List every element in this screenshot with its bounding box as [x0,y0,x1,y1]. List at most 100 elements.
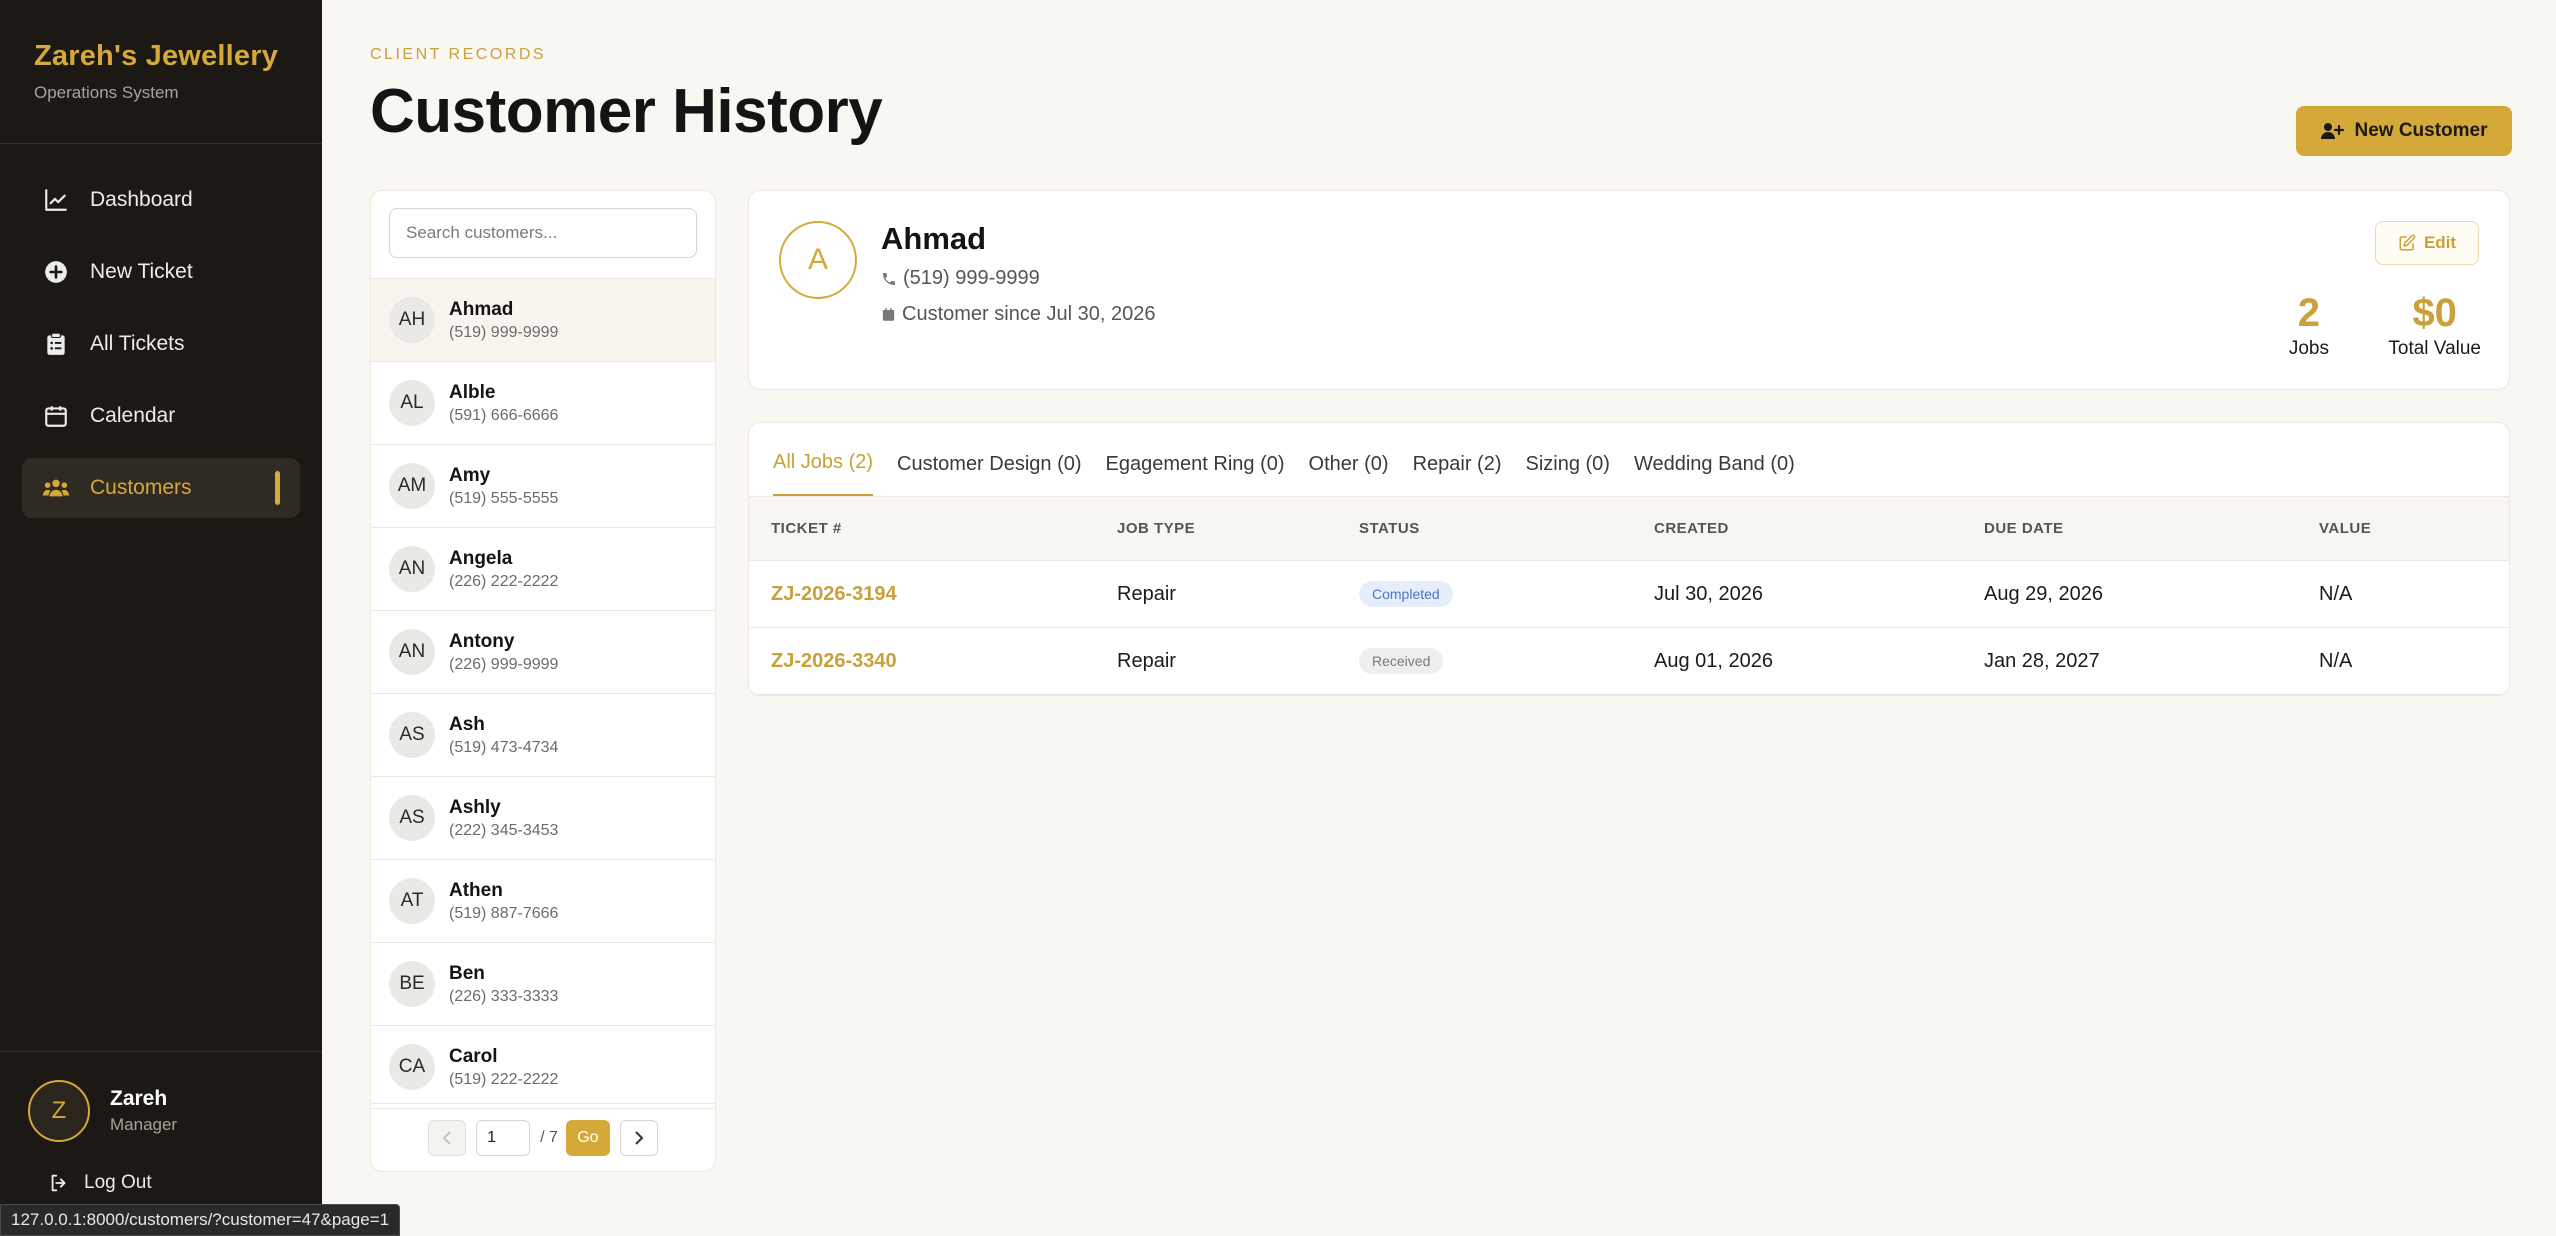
pagination: / 7 Go [371,1103,715,1171]
stat-label: Jobs [2288,338,2329,359]
job-type: Repair [1117,649,1176,672]
column-header: CREATED [1654,520,1729,537]
customer-phone: (519) 555-5555 [449,489,559,507]
customer-list-item[interactable]: CA Carol (519) 222-2222 [371,1026,715,1109]
profile-name: Ahmad [881,221,987,256]
customer-since: Customer since Jul 30, 2026 [902,303,1156,325]
table-row[interactable]: ZJ-2026-3194 Repair Completed Jul 30, 20… [749,561,2509,628]
edit-button[interactable]: Edit [2375,221,2479,265]
nav-item-customers[interactable]: Customers [22,458,300,518]
customer-phone: (226) 222-2222 [449,572,559,590]
column-header: DUE DATE [1984,520,2064,537]
avatar: AM [389,463,435,509]
avatar: AL [389,380,435,426]
search-input[interactable] [389,208,697,258]
customer-name: Ahmad [449,298,514,320]
customer-list-item[interactable]: AS Ash (519) 473-4734 [371,694,715,777]
tab-all-jobs[interactable]: All Jobs (2) [773,451,874,496]
browser-status-url: 127.0.0.1:8000/customers/?customer=47&pa… [0,1204,401,1236]
avatar: BE [389,961,435,1007]
go-button[interactable]: Go [565,1119,610,1156]
tab-customer-design[interactable]: Customer Design (0) [897,453,1082,496]
avatar: AN [389,546,435,592]
customer-name: Alble [449,381,496,403]
user-role: Manager [110,1115,178,1134]
new-customer-button[interactable]: New Customer [2296,106,2512,156]
tab-engagement-ring[interactable]: Egagement Ring (0) [1106,453,1285,496]
job-value: N/A [2319,649,2353,672]
page-title: Customer History [370,77,883,146]
users-icon [42,474,70,502]
customer-profile-card: A Ahmad (519) 999-9999 Customer since Ju… [748,190,2510,390]
profile-phone: (519) 999-9999 [903,267,1040,289]
customer-name: Carol [449,1045,498,1067]
chevron-left-icon [442,1130,451,1145]
nav-label: New Ticket [90,260,193,283]
nav-item-all-tickets[interactable]: All Tickets [22,314,300,374]
edit-icon [2398,234,2416,252]
chart-line-icon [42,186,70,214]
customer-list-panel: AH Ahmad (519) 999-9999 AL Alble (591) 666… [370,190,716,1172]
customer-name: Athen [449,879,503,901]
status-badge: Received [1359,648,1444,674]
calendar-icon [881,307,896,322]
logout-icon [48,1172,70,1194]
customer-list-item[interactable]: BE Ben (226) 333-3333 [371,943,715,1026]
table-row[interactable]: ZJ-2026-3340 Repair Received Aug 01, 202… [749,628,2509,695]
new-customer-label: New Customer [2354,120,2488,141]
phone-icon [881,271,897,287]
created-date: Aug 01, 2026 [1654,649,1773,672]
customer-phone: (226) 999-9999 [449,655,559,673]
user-name: Zareh [110,1087,168,1110]
tab-sizing[interactable]: Sizing (0) [1525,453,1609,496]
customer-phone: (226) 333-3333 [449,987,559,1005]
customer-phone: (591) 666-6666 [449,406,559,424]
clipboard-list-icon [42,330,70,358]
table-header: TICKET # JOB TYPE STATUS CREATED DUE DAT… [749,497,2509,561]
customer-list-item[interactable]: AL Alble (591) 666-6666 [371,362,715,445]
customer-name: Ashly [449,796,501,818]
customer-list-item[interactable]: AS Ashly (222) 345-3453 [371,777,715,860]
edit-label: Edit [2423,233,2457,252]
nav-item-calendar[interactable]: Calendar [22,386,300,446]
customer-phone: (222) 345-3453 [449,821,559,839]
avatar: AS [389,712,435,758]
customer-list-item[interactable]: AM Amy (519) 555-5555 [371,445,715,528]
customer-name: Ash [449,713,485,735]
nav-label: Dashboard [90,188,193,211]
page-number-input[interactable] [476,1119,531,1156]
tab-repair[interactable]: Repair (2) [1413,453,1502,496]
customer-phone: (519) 999-9999 [449,323,559,341]
next-page-button[interactable] [619,1119,658,1156]
user-plus-icon [2320,121,2345,141]
customer-phone: (519) 887-7666 [449,904,559,922]
logout-button[interactable]: Log Out [48,1172,152,1194]
column-header: STATUS [1359,520,1420,537]
avatar: Z [28,1080,90,1142]
profile-since-row: Customer since Jul 30, 2026 [881,303,1155,326]
nav-item-dashboard[interactable]: Dashboard [22,170,300,230]
nav-label: Customers [90,476,192,499]
tab-other[interactable]: Other (0) [1309,453,1389,496]
avatar: AT [389,878,435,924]
chevron-right-icon [635,1130,644,1145]
avatar: CA [389,1044,435,1090]
profile-phone-row: (519) 999-9999 [881,267,1040,290]
stat-value: 2 [2297,291,2321,335]
customer-phone: (519) 222-2222 [449,1070,559,1088]
avatar: AN [389,629,435,675]
tab-wedding-band[interactable]: Wedding Band (0) [1634,453,1795,496]
status-badge: Completed [1359,581,1453,607]
page-eyebrow: CLIENT RECORDS [370,46,547,63]
nav-item-new-ticket[interactable]: New Ticket [22,242,300,302]
customer-list-item[interactable]: AH Ahmad (519) 999-9999 [371,279,715,362]
avatar: AH [389,297,435,343]
page-total: / 7 [540,1128,558,1146]
ticket-link[interactable]: ZJ-2026-3194 [749,583,1117,606]
customer-list-item[interactable]: AN Angela (226) 222-2222 [371,528,715,611]
prev-page-button[interactable] [428,1119,467,1156]
ticket-link[interactable]: ZJ-2026-3340 [749,650,1117,673]
customer-list-item[interactable]: AN Antony (226) 999-9999 [371,611,715,694]
customer-list-item[interactable]: AT Athen (519) 887-7666 [371,860,715,943]
logout-label: Log Out [84,1172,152,1193]
